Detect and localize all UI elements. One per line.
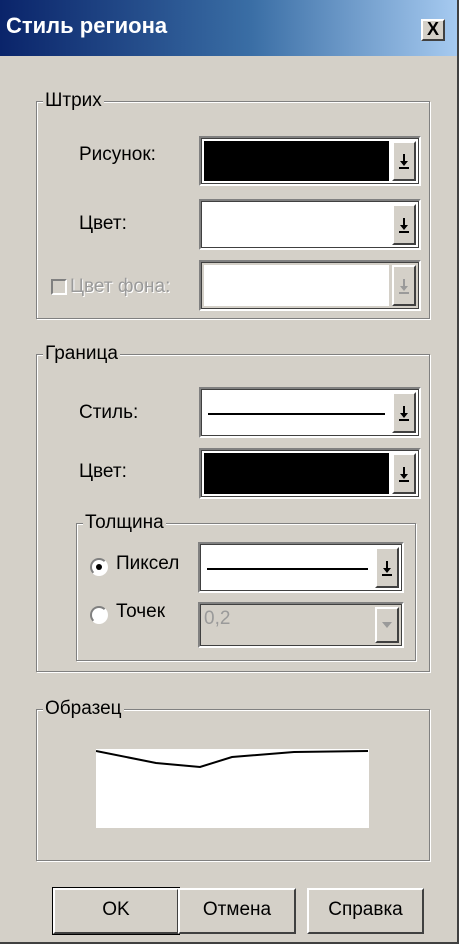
help-button[interactable]: Справка: [307, 888, 424, 934]
fill-color-dropdown-button[interactable]: [392, 204, 416, 245]
pattern-dropdown-button[interactable]: [392, 141, 416, 181]
bg-color-dropdown[interactable]: [199, 260, 421, 311]
region-style-dialog: Стиль региона X Штрих Рисунок: Цвет: Цве…: [0, 0, 459, 944]
sample-preview: [96, 749, 369, 828]
border-style-dropdown[interactable]: [199, 387, 421, 438]
pixel-thickness-dropdown-button[interactable]: [375, 547, 399, 588]
thickness-group-legend: Толщина: [83, 511, 166, 535]
cancel-button[interactable]: Отмена: [178, 888, 296, 934]
border-style-preview: [204, 392, 389, 433]
pixel-thickness-preview: [203, 547, 372, 588]
ok-button[interactable]: OK: [52, 887, 180, 935]
title-bar[interactable]: Стиль региона X: [0, 0, 457, 56]
bg-color-label: Цвет фона:: [70, 276, 171, 297]
border-color-label: Цвет:: [79, 461, 127, 482]
fill-color-label: Цвет:: [79, 213, 127, 234]
points-thickness-combo[interactable]: 0,2: [198, 602, 404, 648]
border-color-dropdown[interactable]: [199, 448, 421, 499]
dropdown-arrow-icon: [399, 466, 409, 482]
pixel-radio[interactable]: [90, 558, 108, 576]
dropdown-arrow-icon: [382, 622, 392, 628]
fill-color-swatch: [204, 204, 389, 245]
border-color-dropdown-button[interactable]: [392, 453, 416, 494]
points-label: Точек: [116, 601, 166, 622]
points-thickness-dropdown-button[interactable]: [375, 607, 399, 643]
pixel-label: Пиксел: [116, 553, 180, 574]
border-group-legend: Граница: [43, 342, 120, 366]
window-title: Стиль региона: [6, 13, 168, 38]
close-button[interactable]: X: [421, 19, 445, 41]
dropdown-arrow-icon: [399, 278, 409, 294]
close-icon: X: [426, 19, 439, 39]
border-color-swatch: [204, 453, 389, 494]
sample-wave-graphic: [96, 749, 369, 828]
fill-group-legend: Штрих: [43, 89, 104, 113]
pattern-swatch: [204, 141, 389, 181]
bg-color-checkbox[interactable]: [51, 279, 67, 295]
fill-color-dropdown[interactable]: [199, 199, 421, 250]
dropdown-arrow-icon: [399, 154, 409, 169]
pixel-thickness-dropdown[interactable]: [198, 542, 404, 593]
bg-color-dropdown-button[interactable]: [392, 265, 416, 306]
dropdown-arrow-icon: [399, 405, 409, 421]
pattern-dropdown[interactable]: [199, 136, 421, 186]
border-style-label: Стиль:: [79, 402, 139, 423]
points-value: 0,2: [204, 608, 231, 629]
points-radio[interactable]: [90, 606, 108, 624]
bg-color-swatch: [204, 265, 389, 306]
border-style-dropdown-button[interactable]: [392, 392, 416, 433]
pattern-label: Рисунок:: [79, 144, 156, 165]
sample-group-legend: Образец: [43, 697, 124, 721]
dropdown-arrow-icon: [399, 217, 409, 233]
dropdown-arrow-icon: [382, 560, 392, 576]
